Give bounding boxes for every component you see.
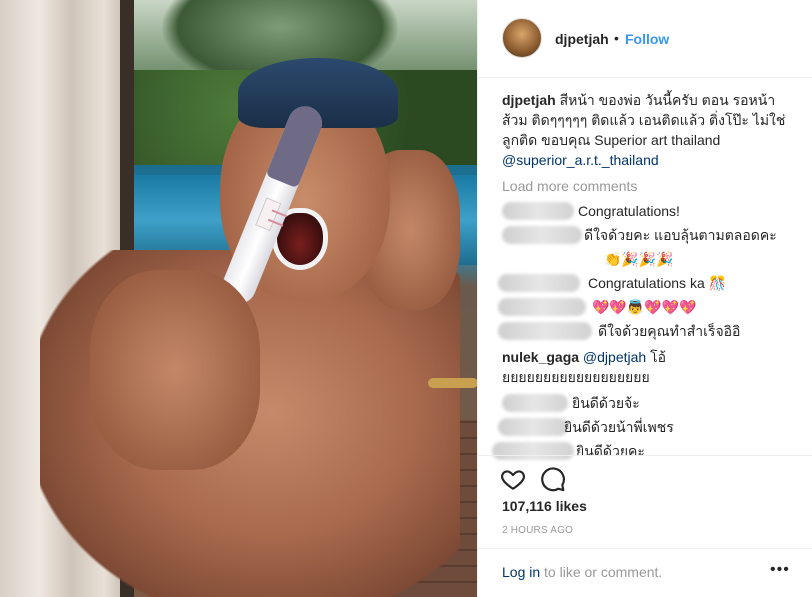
login-suffix: to like or comment.	[540, 564, 663, 580]
post-actions: 107,116 likes 2 HOURS AGO Log in to like…	[478, 455, 812, 597]
post-timestamp[interactable]: 2 HOURS AGO	[502, 525, 573, 536]
photo-bracelet	[428, 378, 477, 388]
login-link[interactable]: Log in	[502, 564, 540, 580]
comment-text: Congratulations ka 🎊	[588, 275, 727, 291]
list-item: ดีใจด้วยคุณทำสำเร็จอิอิ	[498, 320, 802, 344]
follow-button[interactable]: Follow	[625, 31, 669, 47]
comment-text: ยินดีด้วยน้าพี่เพชร	[564, 419, 674, 435]
login-prompt: Log in to like or comment.	[502, 564, 662, 580]
separator-dot: •	[614, 30, 619, 46]
heart-icon[interactable]	[500, 466, 526, 492]
comment-icon[interactable]	[540, 466, 566, 492]
list-item: ยินดีด้วยน้าพี่เพชร	[498, 416, 802, 440]
post-photo[interactable]	[0, 0, 477, 597]
side-panel: djpetjah • Follow djpetjah สีหน้า ของพ่อ…	[477, 0, 812, 597]
comment-author[interactable]: nulek_gaga	[502, 349, 579, 365]
list-item: Congratulations ka 🎊	[498, 272, 802, 296]
photo-hand	[90, 270, 260, 470]
comment-text: 💖💖👼💖💖💖	[592, 299, 697, 315]
list-item: nulek_gaga @djpetjah โอ้ยยยยยยยยยยยยยยยย…	[502, 344, 802, 387]
comment-text: ดีใจด้วยคุณทำสำเร็จอิอิ	[598, 323, 741, 339]
list-item: ดีใจด้วยคะ แอบลุ้นตามตลอดคะ	[502, 224, 802, 248]
login-row: Log in to like or comment. •••	[478, 548, 812, 597]
list-item: 💖💖👼💖💖💖	[498, 296, 802, 320]
list-item: ยินดีด้วยจ้ะ	[502, 392, 802, 416]
test-line	[271, 209, 288, 218]
comment-text: ดีใจด้วยคะ แอบลุ้นตามตลอดคะ	[584, 227, 777, 243]
comment-text: ยินดีด้วยจ้ะ	[572, 395, 640, 411]
blurred-username[interactable]	[502, 394, 568, 412]
pregnancy-test-window	[255, 197, 288, 232]
comment-text: 👏🎉🎉🎉	[604, 251, 674, 267]
load-more-comments[interactable]: Load more comments	[502, 176, 802, 196]
comment-text: Congratulations!	[578, 203, 680, 219]
blurred-username[interactable]	[498, 418, 568, 436]
named-comment: nulek_gaga @djpetjah โอ้ยยยยยยยยยยยยยยยย…	[502, 344, 792, 387]
test-line	[267, 218, 284, 227]
username-link[interactable]: djpetjah	[555, 31, 609, 47]
blurred-username[interactable]	[498, 274, 580, 292]
avatar[interactable]	[502, 18, 542, 58]
blurred-username[interactable]	[498, 322, 592, 340]
blurred-username[interactable]	[502, 202, 574, 220]
blurred-username[interactable]	[502, 226, 582, 244]
caption-author[interactable]: djpetjah	[502, 92, 556, 108]
more-options-icon[interactable]: •••	[770, 561, 790, 579]
likes-count[interactable]: 107,116 likes	[502, 498, 587, 514]
comment-block: Congratulations! ดีใจด้วยคะ แอบลุ้นตามตล…	[492, 200, 802, 464]
post-header: djpetjah • Follow	[478, 0, 812, 78]
caption-mention[interactable]: @superior_a.r.t._thailand	[502, 152, 659, 168]
comments-list: djpetjah สีหน้า ของพ่อ วันนี้ครับ ตอน รอ…	[492, 90, 802, 464]
blurred-username[interactable]	[498, 298, 586, 316]
list-item: Congratulations!	[502, 200, 802, 224]
caption: djpetjah สีหน้า ของพ่อ วันนี้ครับ ตอน รอ…	[502, 90, 792, 170]
list-item: 👏🎉🎉🎉	[502, 248, 802, 272]
comment-mention[interactable]: @djpetjah	[583, 349, 646, 365]
